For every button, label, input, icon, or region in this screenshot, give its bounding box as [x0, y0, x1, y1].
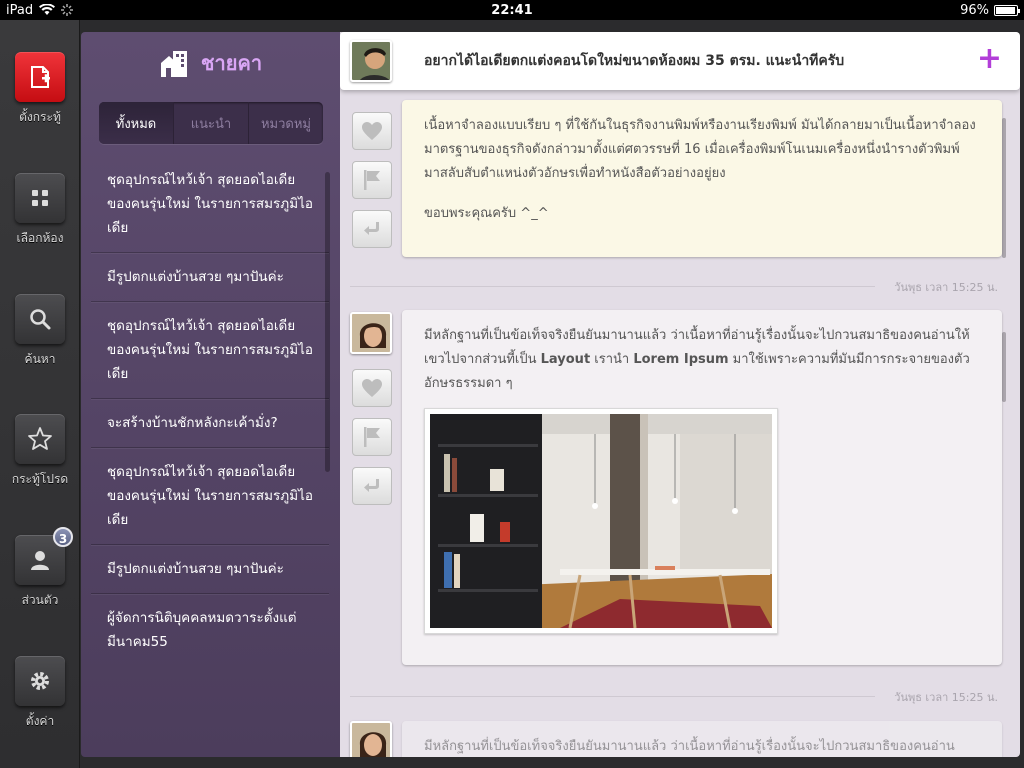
rooms-button[interactable]	[15, 173, 65, 223]
sidebar-title: ชายคา	[200, 51, 263, 75]
new-post-button[interactable]	[15, 52, 65, 102]
divider	[350, 286, 875, 287]
post-body: มีหลักฐานที่เป็นข้อเท็จจริงยืนยันมานานแล…	[424, 739, 955, 754]
room-photo	[430, 414, 772, 629]
topic-item[interactable]: ชุดอุปกรณ์ไหว้เจ้า สุดยอดไอเดียของคนรุ่น…	[91, 156, 329, 253]
reply-button[interactable]	[352, 210, 392, 248]
sidebar: ชายคา ทั้งหมด แนะนำ หมวดหมู่ ชุดอุปกรณ์ไ…	[81, 32, 340, 757]
heart-icon	[362, 379, 382, 397]
reply-button[interactable]	[352, 467, 392, 505]
post-photo[interactable]	[424, 408, 778, 634]
device-label: iPad	[6, 2, 34, 18]
search-icon	[30, 309, 51, 330]
topic-item[interactable]: จะสร้างบ้านชักหลังกะเค้ามั่ง?	[91, 399, 329, 448]
heart-icon	[362, 122, 382, 140]
thread-title: อยากได้ไอเดียตกแต่งคอนโดใหม่ขนาดห้องผม 3…	[424, 53, 845, 69]
rail-item-search[interactable]: ค้นหา	[0, 294, 80, 369]
profile-button[interactable]: 3	[15, 527, 73, 585]
new-post-icon	[31, 66, 50, 88]
rail-item-new-post[interactable]: ตั้งกระทู้	[0, 52, 80, 127]
flag-button[interactable]	[352, 161, 392, 199]
post-timestamp: วันพุธ เวลา 15:25 น.	[894, 691, 998, 704]
thread-header: อยากได้ไอเดียตกแต่งคอนโดใหม่ขนาดห้องผม 3…	[340, 32, 1020, 90]
rail-label: ตั้งค่า	[25, 714, 55, 728]
rail-label: ส่วนตัว	[21, 593, 59, 607]
gear-icon	[31, 672, 49, 690]
category-tabs: ทั้งหมด แนะนำ หมวดหมู่	[99, 102, 323, 144]
thread-view: อยากได้ไอเดียตกแต่งคอนโดใหม่ขนาดห้องผม 3…	[340, 32, 1020, 757]
rail-label: กระทู้โปรด	[11, 472, 69, 486]
grid-icon	[32, 190, 48, 206]
rail-item-profile[interactable]: 3 ส่วนตัว	[0, 527, 80, 610]
buildings-icon	[160, 51, 187, 77]
topic-list: ชุดอุปกรณ์ไหว้เจ้า สุดยอดไอเดียของคนรุ่น…	[91, 156, 329, 666]
post-card: เนื้อหาจำลองแบบเรียบ ๆ ที่ใช้กันในธุรกิจ…	[402, 100, 1002, 257]
like-button[interactable]	[352, 112, 392, 150]
tab-categories[interactable]: หมวดหมู่	[249, 102, 323, 144]
battery-icon	[994, 4, 1020, 16]
left-rail: ตั้งกระทู้ เลือกห้อง ค้นหา กระทู้โปรด 3 …	[0, 20, 80, 768]
rail-item-settings[interactable]: ตั้งค่า	[0, 656, 80, 731]
favorites-button[interactable]	[15, 414, 65, 464]
commenter-avatar[interactable]	[350, 721, 392, 757]
post-scrollbar[interactable]	[1002, 118, 1006, 258]
rail-item-rooms[interactable]: เลือกห้อง	[0, 173, 80, 248]
like-button[interactable]	[352, 369, 392, 407]
post-signoff: ขอบพระคุณครับ ^_^	[424, 206, 549, 221]
post-body: มีหลักฐานที่เป็นข้อเท็จจริงยืนยันมานานแล…	[424, 328, 970, 391]
flag-button[interactable]	[352, 418, 392, 456]
reply-icon	[364, 479, 379, 492]
topic-item[interactable]: ผู้จัดการนิติบุคคลหมดวาระตั้งแต่มีนาคม55	[91, 594, 329, 666]
star-icon	[28, 427, 52, 450]
add-reply-button[interactable]: +	[977, 44, 1002, 74]
rail-item-favorites[interactable]: กระทู้โปรด	[0, 414, 80, 489]
notification-badge: 3	[53, 527, 73, 547]
post-card: มีหลักฐานที่เป็นข้อเท็จจริงยืนยันมานานแล…	[402, 721, 1002, 757]
post-timestamp: วันพุธ เวลา 15:25 น.	[894, 281, 998, 294]
battery-percent: 96%	[960, 2, 989, 18]
search-button[interactable]	[15, 294, 65, 344]
commenter-avatar[interactable]	[350, 312, 392, 354]
settings-button[interactable]	[15, 656, 65, 706]
topic-item[interactable]: มีรูปตกแต่งบ้านสวย ๆมาปันค่ะ	[91, 545, 329, 594]
topic-item[interactable]: ชุดอุปกรณ์ไหว้เจ้า สุดยอดไอเดียของคนรุ่น…	[91, 302, 329, 399]
rail-label: ตั้งกระทู้	[19, 110, 61, 124]
status-bar: iPad 22:41 96%	[0, 0, 1024, 20]
topic-item[interactable]: มีรูปตกแต่งบ้านสวย ๆมาปันค่ะ	[91, 253, 329, 302]
post-actions	[352, 369, 392, 516]
rail-label: ค้นหา	[24, 352, 56, 366]
post-body: เนื้อหาจำลองแบบเรียบ ๆ ที่ใช้กันในธุรกิจ…	[424, 118, 976, 181]
rail-label: เลือกห้อง	[16, 231, 64, 245]
reply-icon	[364, 222, 379, 235]
clock: 22:41	[491, 2, 533, 18]
topic-item[interactable]: ชุดอุปกรณ์ไหว้เจ้า สุดยอดไอเดียของคนรุ่น…	[91, 448, 329, 545]
flag-icon	[364, 427, 380, 447]
divider	[350, 696, 875, 697]
post-card: มีหลักฐานที่เป็นข้อเท็จจริงยืนยันมานานแล…	[402, 310, 1002, 665]
tab-all[interactable]: ทั้งหมด	[99, 102, 174, 144]
tab-recommended[interactable]: แนะนำ	[174, 102, 249, 144]
wifi-icon	[39, 4, 56, 15]
author-avatar[interactable]	[350, 40, 392, 82]
sidebar-header: ชายคา	[81, 32, 340, 94]
flag-icon	[364, 170, 380, 190]
post-actions	[352, 112, 392, 259]
activity-spinner-icon	[61, 4, 74, 16]
user-icon	[31, 551, 49, 570]
post-scrollbar[interactable]	[1002, 332, 1006, 402]
